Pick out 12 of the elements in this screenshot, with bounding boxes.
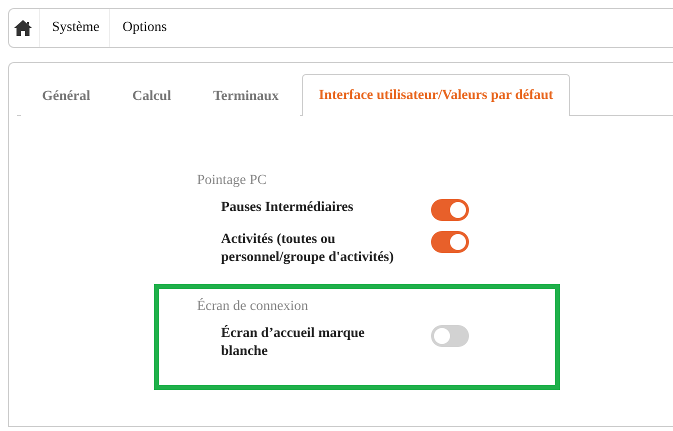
toggle-switch[interactable]	[431, 325, 469, 347]
setting-label: Pauses Intermédiaires	[221, 199, 354, 217]
tab[interactable]: Interface utilisateur/Valeurs par défaut	[302, 74, 570, 116]
breadcrumb-item[interactable]: Système	[39, 9, 110, 47]
setting-label: Écran d’accueil marque blanche	[221, 325, 366, 361]
setting-label: Activités (toutes ou personnel/groupe d'activités)	[221, 231, 395, 267]
section-title: Pointage PC	[197, 173, 268, 189]
toggle-switch[interactable]	[431, 231, 469, 253]
home-icon[interactable]	[13, 19, 33, 37]
breadcrumb-item[interactable]: Options	[109, 9, 177, 47]
toggle-switch[interactable]	[431, 199, 469, 221]
section-title: Écran de connexion	[197, 299, 310, 315]
